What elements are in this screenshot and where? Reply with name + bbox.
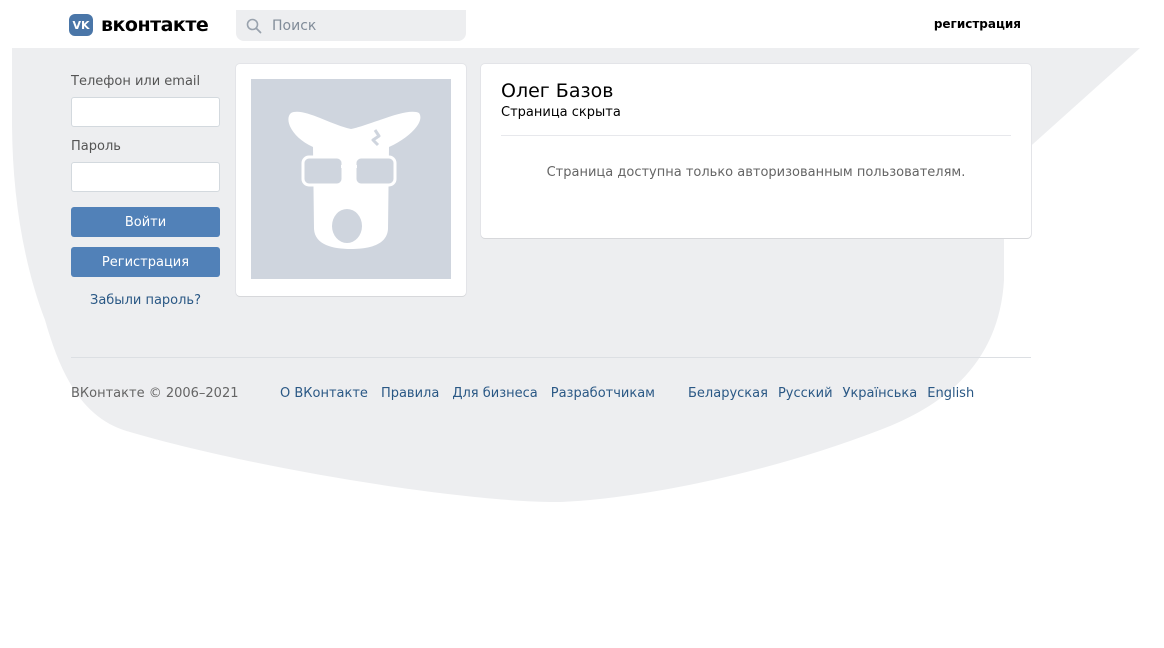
footer-link-developers[interactable]: Разработчикам [551,386,655,401]
footer-links: О ВКонтакте Правила Для бизнеса Разработ… [280,386,655,401]
footer-link-about[interactable]: О ВКонтакте [280,386,368,401]
forgot-password-link[interactable]: Забыли пароль? [71,293,220,308]
search-input[interactable] [270,16,464,35]
password-field[interactable] [71,162,220,192]
profile-divider [501,135,1011,136]
phone-label: Телефон или email [71,74,201,89]
top-header: VK вконтакте регистрация [0,0,1164,48]
language-ukrainian[interactable]: Українська [843,386,918,401]
footer-link-rules[interactable]: Правила [381,386,439,401]
footer-divider [71,357,1031,358]
search-box[interactable] [236,10,466,41]
deactivated-dog-icon [288,111,421,250]
language-links: Беларуская Русский Українська English [688,386,974,401]
avatar-card [236,64,466,296]
password-label: Пароль [71,139,121,154]
header-register-link[interactable]: регистрация [934,17,1021,31]
search-icon [246,18,262,34]
avatar [251,79,451,279]
language-russian[interactable]: Русский [778,386,833,401]
hidden-page-message: Страница доступна только авторизованным … [546,165,966,180]
profile-status: Страница скрыта [501,105,621,120]
language-belarusian[interactable]: Беларуская [688,386,768,401]
register-button[interactable]: Регистрация [71,247,220,277]
footer-copyright: ВКонтакте © 2006–2021 [71,386,239,401]
vk-logo-icon: VK [69,14,93,36]
profile-name: Олег Базов [501,80,614,102]
logo-text: вконтакте [101,14,209,36]
profile-card: Олег Базов Страница скрыта Страница дост… [481,64,1031,238]
phone-field[interactable] [71,97,220,127]
login-button[interactable]: Войти [71,207,220,237]
vk-logo[interactable]: VK вконтакте [69,14,209,36]
language-english[interactable]: English [927,386,974,401]
footer-link-business[interactable]: Для бизнеса [452,386,537,401]
